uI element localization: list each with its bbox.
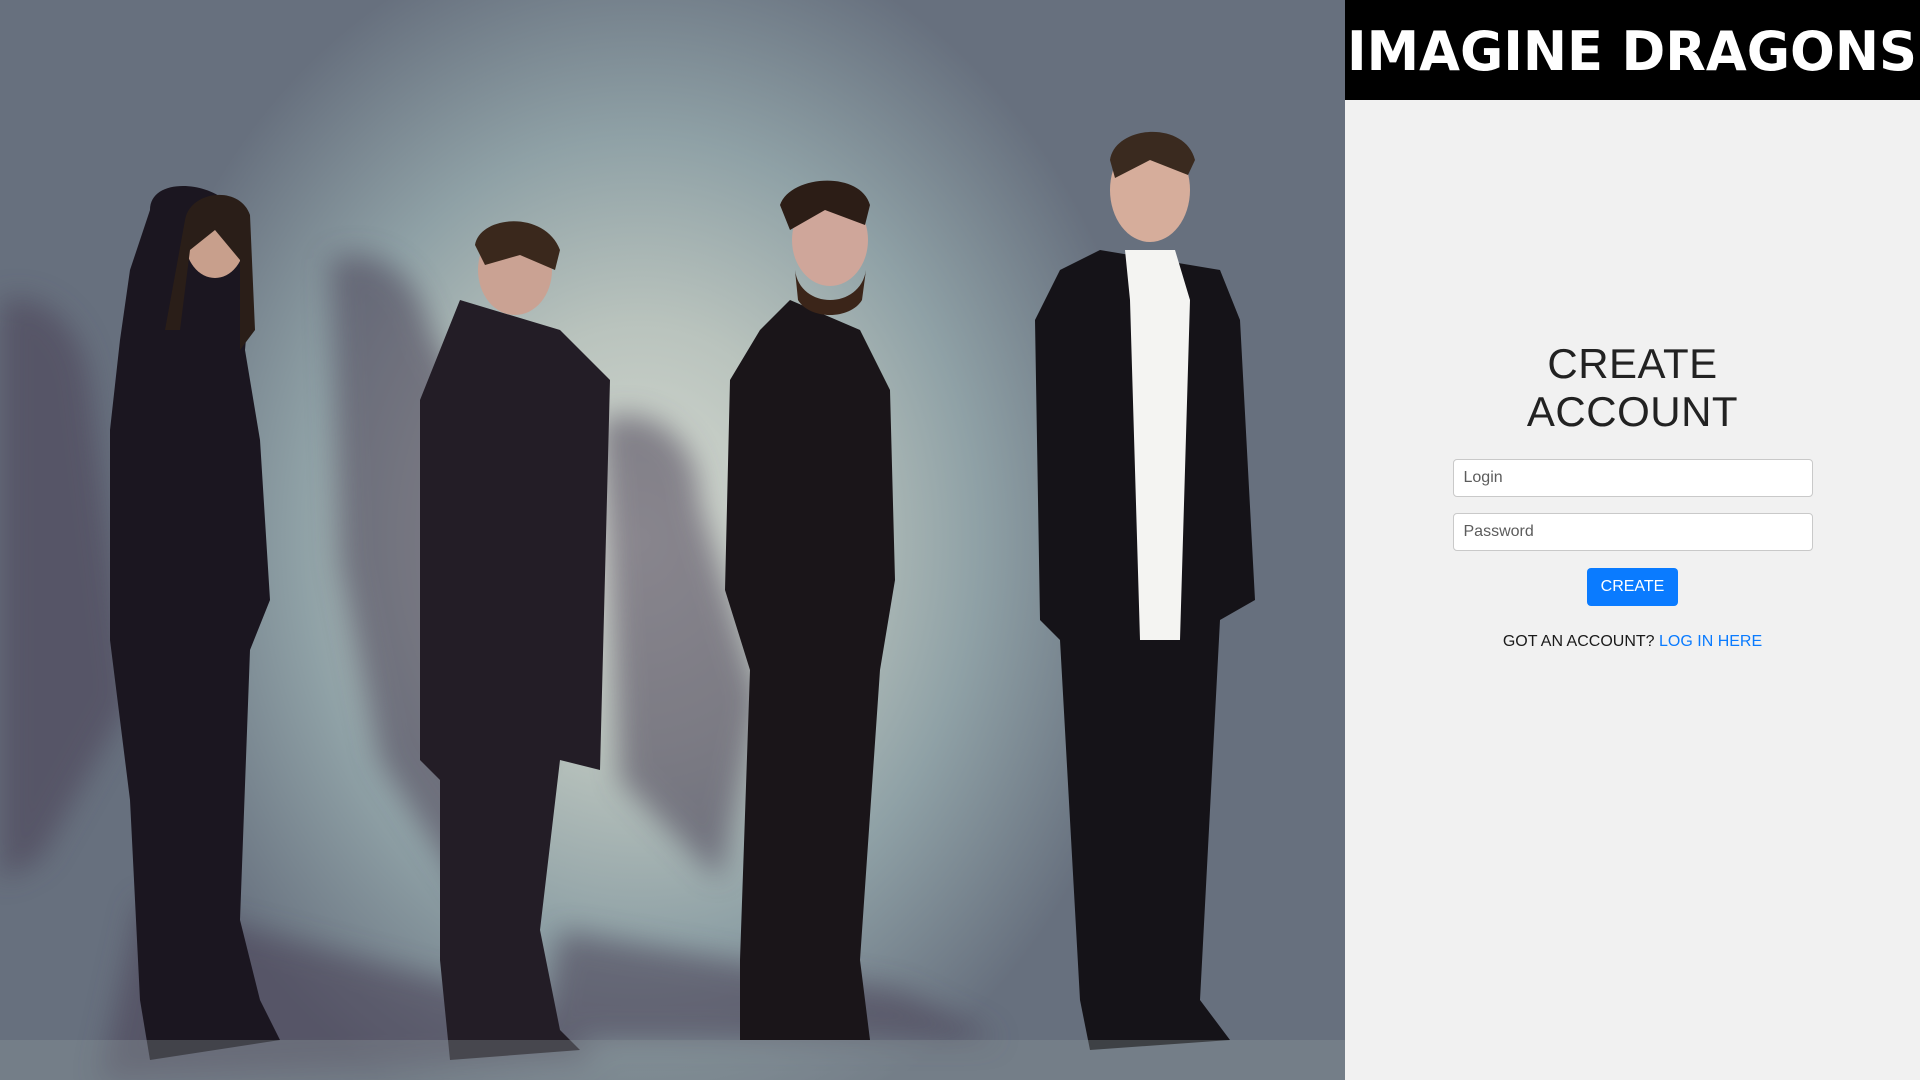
svg-text:IMAGINE DRAGONS: IMAGINE DRAGONS: [1347, 20, 1917, 83]
band-member-3: [725, 180, 895, 1040]
band-photo-illustration: [0, 131, 1345, 1080]
login-prompt: GOT AN ACCOUNT? LOG IN HERE: [1345, 633, 1920, 651]
login-link[interactable]: LOG IN HERE: [1659, 633, 1762, 650]
form-title-line1: CREATE: [1547, 340, 1718, 387]
login-input[interactable]: [1452, 459, 1813, 497]
band-photo: [0, 0, 1345, 1080]
account-prompt-text: GOT AN ACCOUNT?: [1502, 633, 1655, 650]
password-input[interactable]: [1452, 513, 1813, 551]
form-title-line2: ACCOUNT: [1526, 388, 1739, 435]
form-title: CREATE ACCOUNT: [1503, 340, 1763, 436]
create-button[interactable]: CREATE: [1586, 568, 1679, 606]
imagine-dragons-logo: IMAGINE DRAGONS: [1347, 20, 1917, 83]
brand-logo: IMAGINE DRAGONS: [1345, 0, 1920, 100]
create-account-form: CREATE ACCOUNT CREATE GOT AN ACCOUNT? LO…: [1345, 340, 1920, 651]
signup-panel: IMAGINE DRAGONS CREATE ACCOUNT CREATE GO…: [1345, 0, 1920, 1080]
signup-page: IMAGINE DRAGONS CREATE ACCOUNT CREATE GO…: [0, 0, 1920, 1080]
band-member-4: [1035, 131, 1255, 1050]
